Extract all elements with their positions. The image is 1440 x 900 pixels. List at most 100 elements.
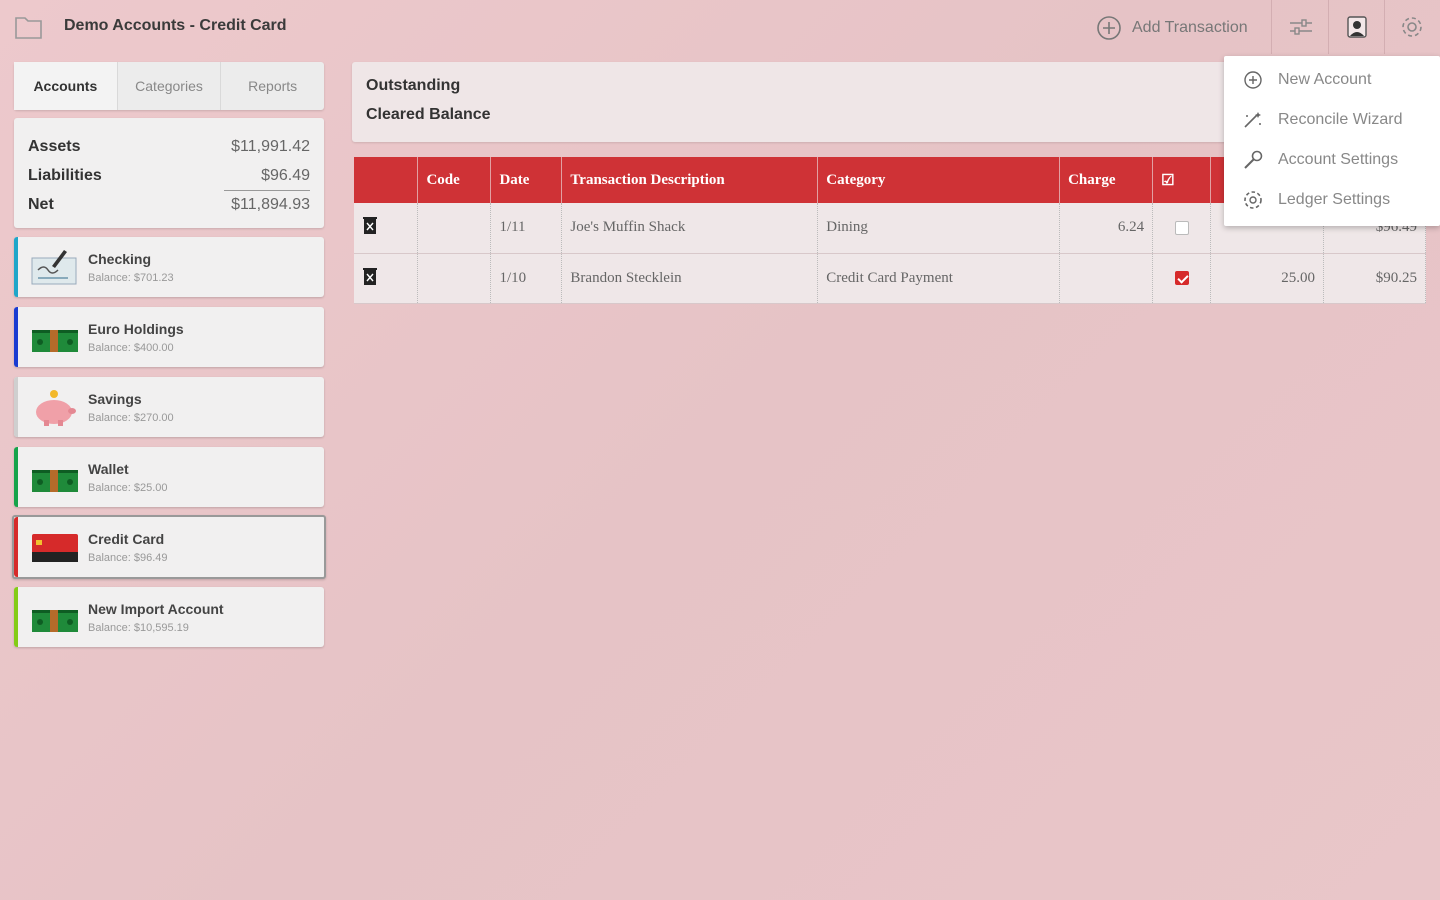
category-cell[interactable]: Credit Card Payment [817, 253, 1061, 304]
liabilities-label: Liabilities [28, 166, 102, 184]
assets-label: Assets [28, 137, 81, 155]
account-balance: Balance: $701.23 [88, 272, 174, 284]
delete-cell [354, 253, 419, 304]
account-color-stripe [14, 587, 18, 647]
divider [1328, 0, 1329, 54]
user-icon[interactable] [1342, 12, 1372, 42]
account-card-wallet[interactable]: Wallet Balance: $25.00 [14, 447, 324, 507]
col-charge[interactable]: Charge [1059, 157, 1154, 203]
account-name: Wallet [88, 461, 129, 477]
accounts-summary: Assets $11,991.42 Liabilities $96.49 Net… [14, 118, 324, 228]
description-cell[interactable]: Joe's Muffin Shack [561, 203, 819, 254]
code-cell[interactable] [417, 203, 492, 254]
cash-icon [32, 610, 78, 632]
account-name: Credit Card [88, 531, 165, 547]
tab-reports[interactable]: Reports [221, 62, 324, 110]
cleared-checkbox[interactable] [1174, 271, 1189, 286]
account-card-checking[interactable]: Checking Balance: $701.23 [14, 237, 324, 297]
net-row: Net $11,894.93 [28, 190, 310, 219]
menu-item-reconcile-wizard[interactable]: Reconcile Wizard [1224, 100, 1440, 140]
liabilities-value: $96.49 [261, 166, 310, 184]
menu-item-account-settings[interactable]: Account Settings [1224, 140, 1440, 180]
account-color-stripe [14, 447, 18, 507]
add-transaction-button[interactable]: Add Transaction [1096, 13, 1248, 43]
outstanding-label: Outstanding [366, 77, 461, 94]
assets-value: $11,991.42 [231, 137, 310, 155]
piggy-bank-icon [36, 390, 76, 426]
cleared-balance-label: Cleared Balance [366, 106, 491, 123]
account-balance: Balance: $96.49 [88, 552, 168, 564]
wand-icon [1242, 109, 1264, 131]
col-date[interactable]: Date [490, 157, 563, 203]
table-row[interactable]: 1/10 Brandon Stecklein Credit Card Payme… [354, 253, 1427, 304]
menu-item-label: New Account [1278, 71, 1372, 88]
menu-item-label: Ledger Settings [1278, 191, 1391, 208]
col-category[interactable]: Category [817, 157, 1061, 203]
balance-cell: $90.25 [1323, 253, 1427, 304]
cash-icon [32, 470, 78, 492]
delete-cell [354, 203, 419, 254]
add-transaction-label: Add Transaction [1132, 19, 1248, 36]
divider [1384, 0, 1385, 54]
liabilities-row: Liabilities $96.49 [28, 161, 310, 190]
plus-circle-icon [1097, 16, 1121, 40]
payment-cell[interactable]: 25.00 [1210, 253, 1324, 304]
col-cleared[interactable]: ☑ [1152, 157, 1212, 203]
wrench-icon [1242, 149, 1264, 171]
charge-cell[interactable]: 6.24 [1059, 203, 1154, 254]
menu-item-new-account[interactable]: New Account [1224, 60, 1440, 100]
account-name: Savings [88, 391, 142, 407]
col-code[interactable]: Code [417, 157, 492, 203]
net-label: Net [28, 196, 54, 213]
category-cell[interactable]: Dining [817, 203, 1061, 254]
page-title: Demo Accounts - Credit Card [64, 17, 287, 34]
tab-categories[interactable]: Categories [118, 62, 222, 110]
account-color-stripe [14, 307, 18, 367]
account-name: Checking [88, 251, 152, 267]
plus-circle-icon [1242, 69, 1264, 91]
menu-item-label: Account Settings [1278, 151, 1399, 168]
assets-row: Assets $11,991.42 [28, 132, 310, 161]
description-cell[interactable]: Brandon Stecklein [561, 253, 819, 304]
sidebar-tabs: Accounts Categories Reports [14, 62, 324, 110]
account-balance: Balance: $270.00 [88, 412, 174, 424]
account-color-stripe [14, 237, 18, 297]
cleared-cell [1152, 203, 1212, 254]
date-cell[interactable]: 1/10 [490, 253, 563, 304]
gear-icon[interactable] [1397, 12, 1427, 42]
account-card-credit-card[interactable]: Credit Card Balance: $96.49 [12, 515, 326, 579]
divider [1271, 0, 1272, 54]
trash-icon[interactable] [362, 215, 378, 235]
charge-cell[interactable] [1059, 253, 1154, 304]
account-name: New Import Account [88, 601, 224, 617]
menu-item-ledger-settings[interactable]: Ledger Settings [1224, 180, 1440, 220]
account-balance: Balance: $25.00 [88, 482, 168, 494]
cleared-checkbox[interactable] [1174, 220, 1189, 235]
account-color-stripe [14, 377, 18, 437]
col-description[interactable]: Transaction Description [561, 157, 819, 203]
trash-icon[interactable] [362, 266, 378, 286]
menu-item-label: Reconcile Wizard [1278, 111, 1403, 128]
account-balance: Balance: $400.00 [88, 342, 174, 354]
account-card-savings[interactable]: Savings Balance: $270.00 [14, 377, 324, 437]
code-cell[interactable] [417, 253, 492, 304]
net-value: $11,894.93 [231, 196, 310, 213]
account-card-new-import-account[interactable]: New Import Account Balance: $10,595.19 [14, 587, 324, 647]
cash-icon [32, 330, 78, 352]
gear-icon [1242, 189, 1264, 211]
balance-panel: Outstanding Cleared Balance [352, 62, 1232, 142]
cleared-cell [1152, 253, 1212, 304]
date-cell[interactable]: 1/11 [490, 203, 563, 254]
checkbook-icon [31, 250, 77, 285]
tab-accounts[interactable]: Accounts [14, 62, 118, 110]
account-name: Euro Holdings [88, 321, 184, 337]
account-balance: Balance: $10,595.19 [88, 622, 189, 634]
credit-card-icon [32, 534, 78, 562]
account-card-euro-holdings[interactable]: Euro Holdings Balance: $400.00 [14, 307, 324, 367]
top-bar: Demo Accounts - Credit Card Add Transact… [0, 0, 1440, 56]
account-color-stripe [14, 517, 18, 577]
filter-sliders-icon[interactable] [1286, 12, 1316, 42]
col-actions [354, 157, 419, 203]
folder-icon[interactable] [14, 14, 44, 40]
settings-dropdown-menu: New Account Reconcile Wizard Account Set… [1224, 56, 1440, 226]
